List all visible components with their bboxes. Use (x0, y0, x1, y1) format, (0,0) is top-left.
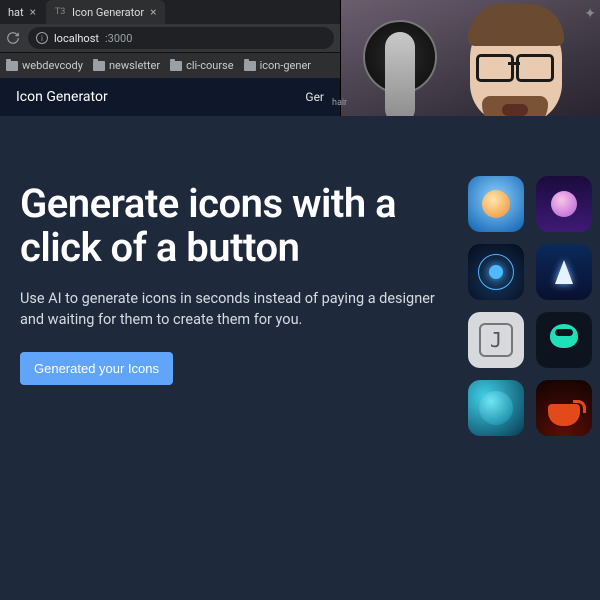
hero-subtext: Use AI to generate icons in seconds inst… (20, 288, 450, 330)
bookmark-label: cli-course (186, 59, 233, 72)
browser-tab-inactive[interactable]: hat × (0, 0, 44, 24)
tab-title: Icon Generator (72, 6, 144, 19)
url-port: :3000 (105, 32, 132, 45)
bookmark-item[interactable]: webdevcody (6, 59, 83, 72)
sample-icon-sphere-teal (468, 380, 524, 436)
folder-icon (244, 61, 256, 71)
url-input[interactable]: i localhost :3000 (28, 27, 334, 49)
folder-icon (6, 61, 18, 71)
presenter-mouth (502, 104, 528, 116)
microphone (385, 32, 415, 124)
sample-icon-avatar-purple (536, 176, 592, 232)
reload-icon[interactable] (6, 31, 20, 45)
sample-icon-rocket (536, 244, 592, 300)
sample-icon-planet (468, 244, 524, 300)
presenter-glasses (476, 54, 554, 76)
bookmark-item[interactable]: newsletter (93, 59, 160, 72)
hero-headline: Generate icons with a click of a button (20, 182, 460, 270)
close-icon[interactable]: × (30, 6, 36, 18)
brand-title[interactable]: Icon Generator (16, 89, 108, 105)
bookmark-label: newsletter (109, 59, 160, 72)
close-icon[interactable]: × (150, 6, 156, 18)
sample-icon-coffee-cup (536, 380, 592, 436)
bookmark-label: webdevcody (22, 59, 83, 72)
presenter-hair (468, 4, 564, 46)
tab-strip: hat × T3 Icon Generator × (0, 0, 340, 24)
tab-title: hat (8, 6, 24, 19)
app-header: Icon Generator Ger (0, 78, 340, 116)
bookmarks-bar: webdevcody newsletter cli-course icon-ge… (0, 52, 340, 78)
folder-icon (170, 61, 182, 71)
browser-tab-active[interactable]: T3 Icon Generator × (46, 0, 164, 24)
generate-icons-button[interactable]: Generated your Icons (20, 352, 173, 385)
stray-text: hair (332, 98, 347, 108)
site-info-icon[interactable]: i (36, 32, 48, 44)
sample-icon-avatar-orange (468, 176, 524, 232)
nav-links: Ger (305, 90, 324, 104)
tab-favicon: T3 (54, 6, 66, 18)
glasses-bridge (508, 62, 520, 65)
folder-icon (93, 61, 105, 71)
sample-icon-ninja (536, 312, 592, 368)
nav-link-generate[interactable]: Ger (305, 90, 324, 104)
chair-logo-icon: ✦ (584, 6, 596, 22)
sample-icon-letter-j (468, 312, 524, 368)
browser-chrome: hat × T3 Icon Generator × i localhost :30… (0, 0, 340, 78)
bookmark-item[interactable]: icon-gener (244, 59, 311, 72)
url-host: localhost (54, 32, 99, 45)
address-bar: i localhost :3000 (0, 24, 340, 52)
bookmark-label: icon-gener (260, 59, 311, 72)
bookmark-item[interactable]: cli-course (170, 59, 233, 72)
sample-icon-grid (468, 176, 592, 436)
